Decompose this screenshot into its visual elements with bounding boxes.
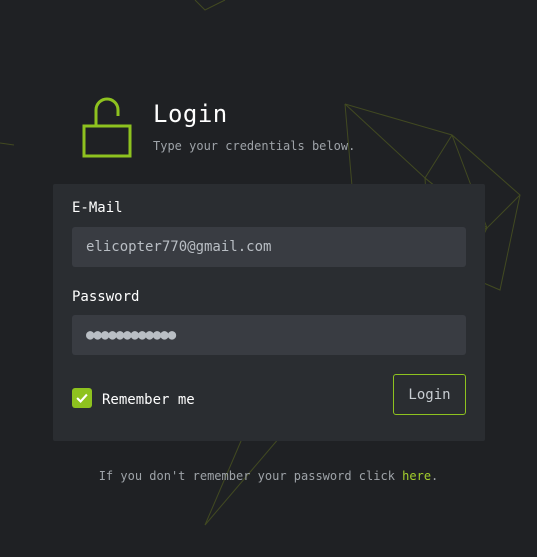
email-field[interactable]: elicopter770@gmail.com — [72, 227, 466, 267]
page-title: Login — [153, 100, 228, 128]
forgot-password-hint: If you don't remember your password clic… — [0, 469, 537, 483]
remember-me-checkbox[interactable] — [72, 388, 92, 408]
unlocked-padlock-icon — [82, 97, 132, 158]
password-label: Password — [72, 289, 140, 305]
email-label: E-Mail — [72, 200, 123, 216]
forgot-password-period: . — [431, 469, 439, 483]
remember-me-option[interactable]: Remember me — [72, 388, 195, 408]
checkmark-icon — [76, 393, 88, 404]
forgot-password-link[interactable]: here — [402, 469, 431, 483]
login-header: Login Type your credentials below. — [82, 96, 482, 158]
remember-me-label: Remember me — [102, 392, 195, 408]
page-subtitle: Type your credentials below. — [153, 139, 356, 153]
login-button[interactable]: Login — [393, 374, 466, 415]
login-form-card: E-Mail elicopter770@gmail.com Password ●… — [53, 184, 485, 441]
forgot-password-text: If you don't remember your password clic… — [98, 469, 403, 483]
password-field[interactable]: ●●●●●●●●●●●● — [72, 315, 466, 355]
